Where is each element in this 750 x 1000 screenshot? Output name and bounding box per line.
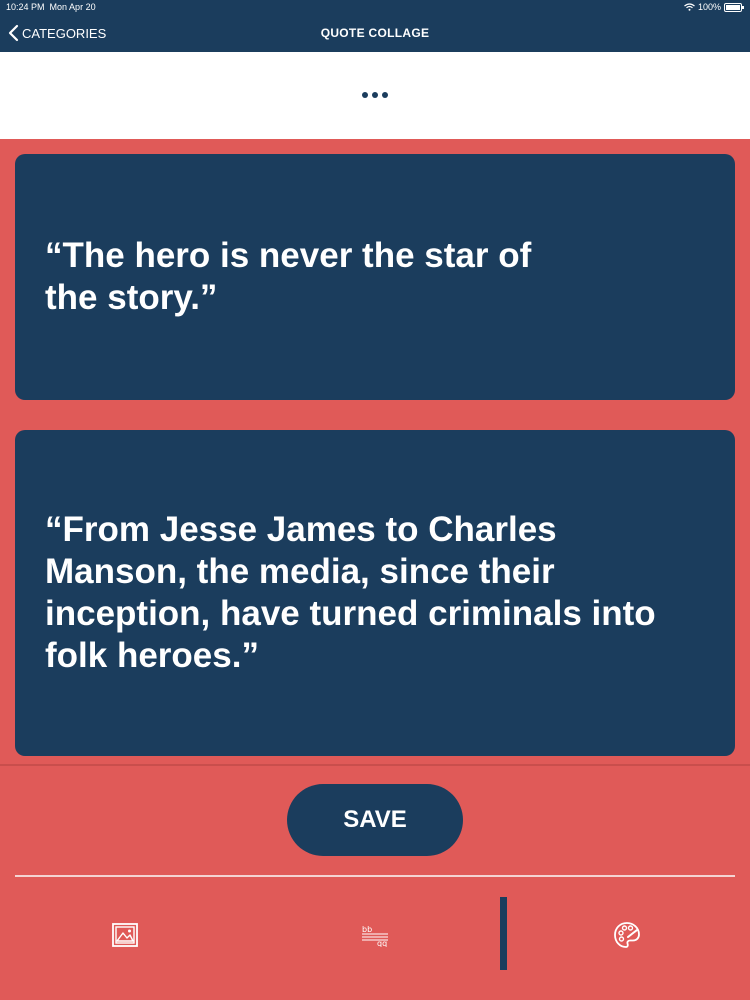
more-options-button[interactable]	[355, 82, 395, 108]
svg-text:qq: qq	[377, 939, 387, 947]
image-icon	[112, 923, 138, 947]
quote-card[interactable]: “The hero is never the star of the story…	[15, 154, 735, 400]
tab-text[interactable]: bb qq	[345, 905, 405, 965]
chevron-left-icon	[8, 24, 19, 42]
status-date: Mon Apr 20	[49, 2, 96, 12]
toolbar-strip	[0, 52, 750, 139]
tab-image[interactable]	[95, 905, 155, 965]
status-time-date: 10:24 PM Mon Apr 20	[6, 0, 96, 14]
palette-icon	[614, 922, 640, 948]
back-button[interactable]: CATEGORIES	[8, 14, 106, 52]
tab-palette[interactable]	[597, 905, 657, 965]
status-right: 100%	[684, 0, 744, 14]
wifi-icon	[684, 3, 695, 11]
ellipsis-icon	[362, 92, 368, 98]
ellipsis-icon	[382, 92, 388, 98]
svg-text:bb: bb	[362, 925, 372, 934]
tab-selection-indicator	[500, 897, 507, 970]
quote-card[interactable]: “From Jesse James to Charles Manson, the…	[15, 430, 735, 756]
status-time: 10:24 PM	[6, 2, 45, 12]
navigation-bar: CATEGORIES QUOTE COLLAGE	[0, 14, 750, 52]
status-bar: 10:24 PM Mon Apr 20 100%	[0, 0, 750, 14]
section-divider	[0, 764, 750, 766]
battery-percent: 100%	[697, 2, 721, 12]
quote-text: “From Jesse James to Charles Manson, the…	[45, 510, 656, 675]
tab-bar-divider	[15, 875, 735, 877]
page-title: QUOTE COLLAGE	[320, 26, 430, 40]
quote-text: “The hero is never the star of the story…	[45, 236, 532, 317]
save-button[interactable]: SAVE	[287, 784, 463, 856]
ellipsis-icon	[372, 92, 378, 98]
back-label: CATEGORIES	[22, 25, 107, 41]
battery-icon	[724, 2, 744, 12]
text-format-icon: bb qq	[362, 925, 388, 947]
